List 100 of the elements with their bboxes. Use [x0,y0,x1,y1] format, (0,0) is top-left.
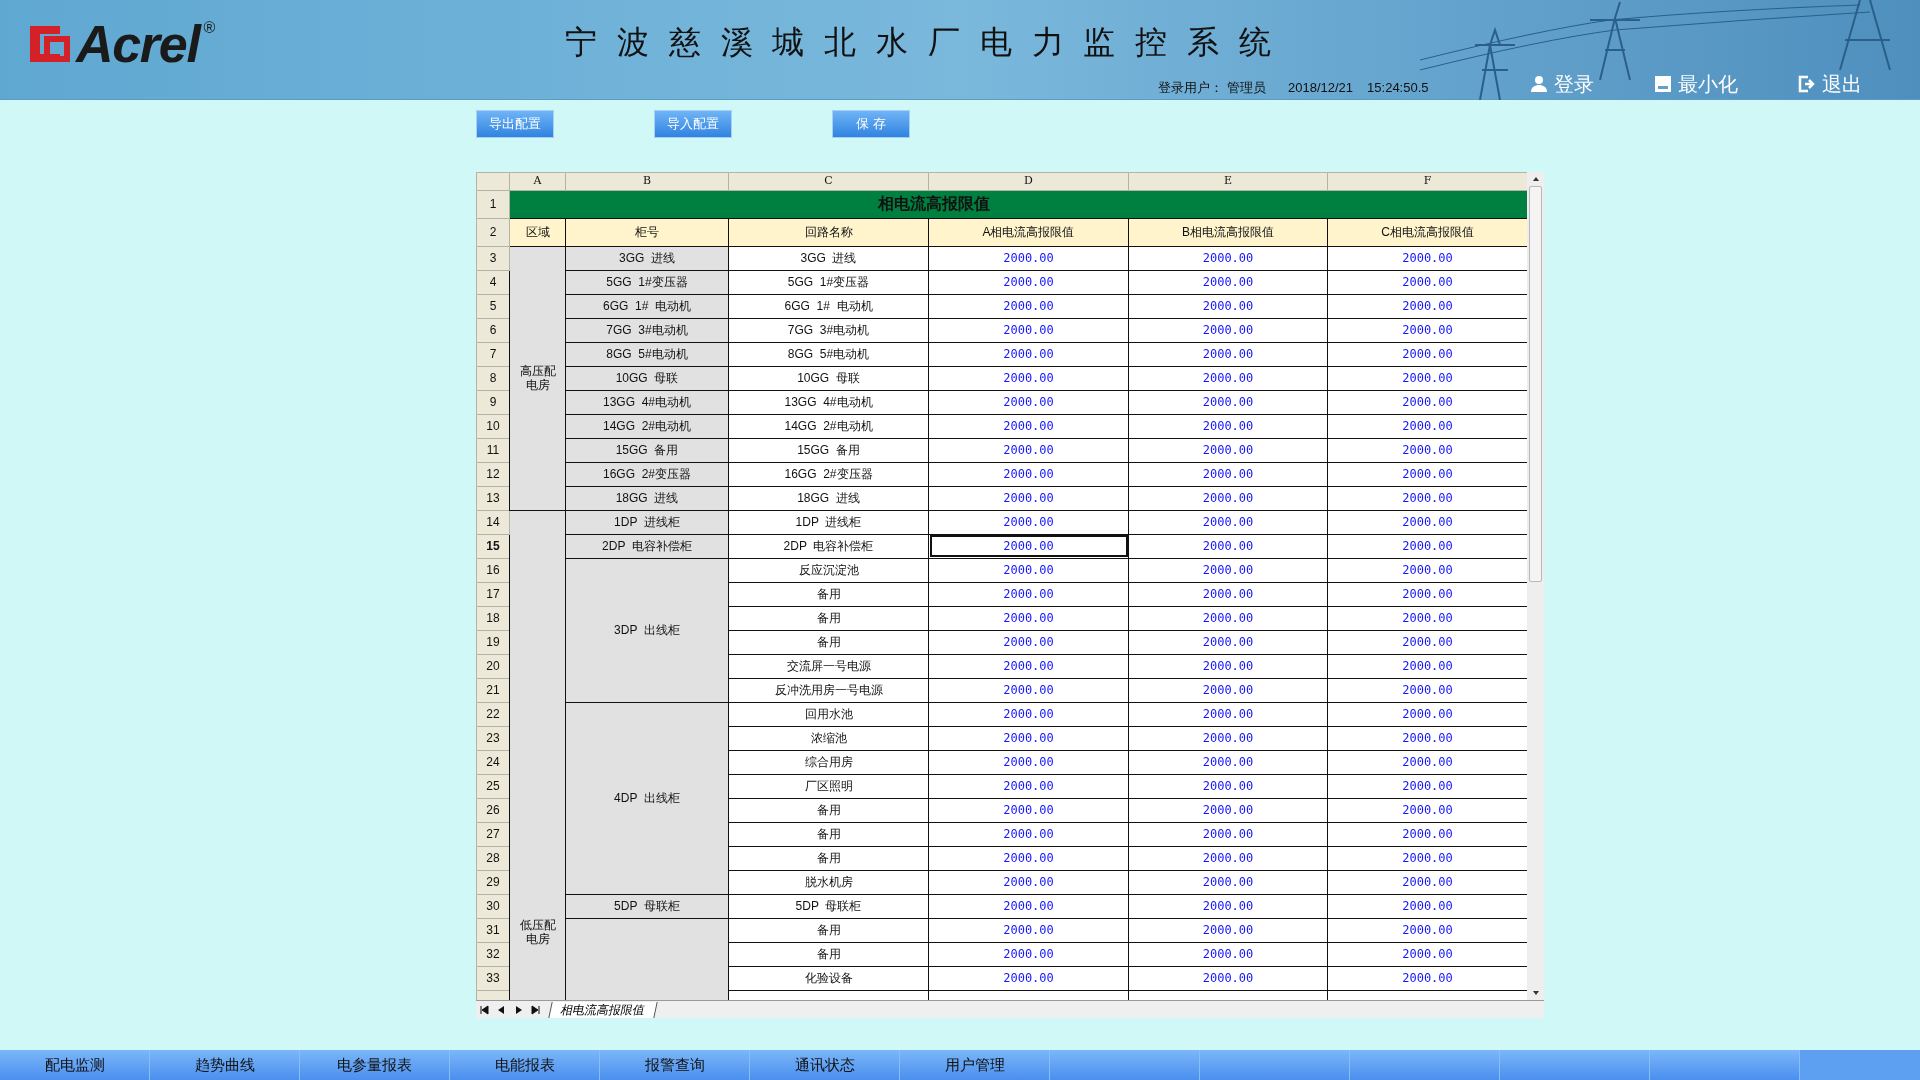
row-number: 10 [476,414,510,438]
cabinet-name: 1DP 进线柜 [614,515,680,529]
value-cell[interactable]: 2000.00 [928,294,1129,318]
value-cell[interactable]: 2000.00 [1128,438,1328,462]
value-cell[interactable]: 2000.00 [928,438,1129,462]
value-cell[interactable]: 2000.00 [1128,702,1328,726]
row-number: 27 [476,822,510,846]
circuit-name: 6GG 1# 电动机 [728,294,929,318]
value-cell[interactable]: 2000.00 [928,726,1129,750]
cabinet-name: 10GG 母联 [615,371,679,385]
value-cell[interactable]: 2000.00 [928,630,1129,654]
value-cell[interactable]: 2000.00 [928,894,1129,918]
value-cell[interactable]: 2000.00 [1128,726,1328,750]
value-cell[interactable]: 2000.00 [1128,462,1328,486]
value-cell[interactable]: 2000.00 [928,798,1129,822]
circuit-name: 备用 [728,822,929,846]
value-cell[interactable]: 2000.00 [928,486,1129,510]
value-cell[interactable]: 2000.00 [928,246,1129,270]
value-cell[interactable]: 2000.00 [928,750,1129,774]
value-cell[interactable]: 2000.00 [928,846,1129,870]
cabinet-name: 5GG 1#变压器 [606,275,688,289]
value-cell[interactable]: 2000.00 [1128,942,1328,966]
value-cell[interactable]: 2000.00 [1128,606,1328,630]
value-cell[interactable]: 2000.00 [928,774,1129,798]
value-cell[interactable]: 2000.00 [928,678,1129,702]
value-cell[interactable]: 2000.00 [928,318,1129,342]
nav-tab[interactable]: 电参量报表 [300,1050,450,1080]
nav-tab[interactable]: 通讯状态 [750,1050,900,1080]
row-number: 31 [476,918,510,942]
nav-tab[interactable]: 报警查询 [600,1050,750,1080]
value-cell[interactable]: 2000.00 [928,534,1129,558]
value-cell[interactable]: 2000.00 [928,870,1129,894]
value-cell[interactable]: 2000.00 [1128,342,1328,366]
value-cell[interactable]: 2000.00 [928,390,1129,414]
value-cell[interactable]: 2000.00 [928,366,1129,390]
row-number: 25 [476,774,510,798]
circuit-name: 13GG 4#电动机 [728,390,929,414]
value-cell[interactable]: 2000.00 [1128,894,1328,918]
value-cell[interactable]: 2000.00 [1128,846,1328,870]
value-cell[interactable]: 2000.00 [1128,534,1328,558]
nav-tab[interactable]: 电能报表 [450,1050,600,1080]
value-cell[interactable]: 2000.00 [928,342,1129,366]
circuit-name: 7GG 3#电动机 [728,318,929,342]
value-cell[interactable]: 2000.00 [1128,366,1328,390]
nav-tab[interactable]: 趋势曲线 [150,1050,300,1080]
value-cell[interactable]: 2000.00 [928,942,1129,966]
row-number: 14 [476,510,510,534]
circuit-name: 回用水池 [728,702,929,726]
value-cell[interactable]: 2000.00 [1128,510,1328,534]
row-number: 20 [476,654,510,678]
value-cell[interactable]: 2000.00 [1128,630,1328,654]
value-cell[interactable]: 2000.00 [1128,798,1328,822]
cabinet-name: 2DP 电容补偿柜 [602,539,692,553]
value-cell[interactable]: 2000.00 [1128,678,1328,702]
value-cell[interactable]: 2000.00 [1128,414,1328,438]
value-cell[interactable]: 2000.00 [928,918,1129,942]
cabinet-name: 18GG 进线 [615,491,679,505]
value-cell[interactable]: 2000.00 [928,582,1129,606]
nav-tab[interactable]: 配电监测 [0,1050,150,1080]
value-cell[interactable]: 2000.00 [1128,294,1328,318]
value-cell[interactable]: 2000.00 [928,462,1129,486]
row-number: 2 [476,218,510,246]
circuit-name: 5GG 1#变压器 [728,270,929,294]
cabinet-name: 7GG 3#电动机 [606,323,688,337]
exit-icon [1798,75,1816,93]
value-cell[interactable]: 2000.00 [1128,246,1328,270]
value-cell[interactable]: 2000.00 [1128,558,1328,582]
value-cell[interactable]: 2000.00 [1128,318,1328,342]
value-cell[interactable]: 2000.00 [928,822,1129,846]
value-cell[interactable]: 2000.00 [1128,654,1328,678]
column-header: B相电流高报限值 [1128,218,1328,246]
value-cell[interactable]: 2000.00 [1128,870,1328,894]
value-cell[interactable]: 2000.00 [1128,486,1328,510]
value-cell[interactable]: 2000.00 [1128,822,1328,846]
column-header: A相电流高报限值 [928,218,1129,246]
value-cell[interactable]: 2000.00 [928,702,1129,726]
row-number: 5 [476,294,510,318]
value-cell[interactable]: 2000.00 [928,558,1129,582]
value-cell[interactable]: 2000.00 [1128,918,1328,942]
value-cell[interactable]: 2000.00 [928,270,1129,294]
sheet-title: 相电流高报限值 [876,194,991,214]
column-letter: B [565,172,729,190]
value-cell[interactable]: 2000.00 [1128,774,1328,798]
value-cell[interactable]: 2000.00 [928,966,1129,990]
value-cell[interactable]: 2000.00 [1128,582,1328,606]
scroll-thumb[interactable] [1529,186,1542,582]
vertical-scrollbar[interactable] [1527,172,1544,1000]
value-cell[interactable]: 2000.00 [1128,966,1328,990]
cabinet-name: 6GG 1# 电动机 [603,299,691,313]
column-header: 区域 [509,218,566,246]
value-cell[interactable]: 2000.00 [1128,750,1328,774]
value-cell[interactable]: 2000.00 [1128,390,1328,414]
value-cell[interactable]: 2000.00 [928,414,1129,438]
nav-tab[interactable]: 用户管理 [900,1050,1050,1080]
value-cell[interactable]: 2000.00 [928,510,1129,534]
circuit-name: 综合用房 [728,750,929,774]
value-cell[interactable]: 2000.00 [928,606,1129,630]
sheet-tab[interactable]: 相电流高报限值 [548,1001,658,1018]
value-cell[interactable]: 2000.00 [928,654,1129,678]
value-cell[interactable]: 2000.00 [1128,270,1328,294]
